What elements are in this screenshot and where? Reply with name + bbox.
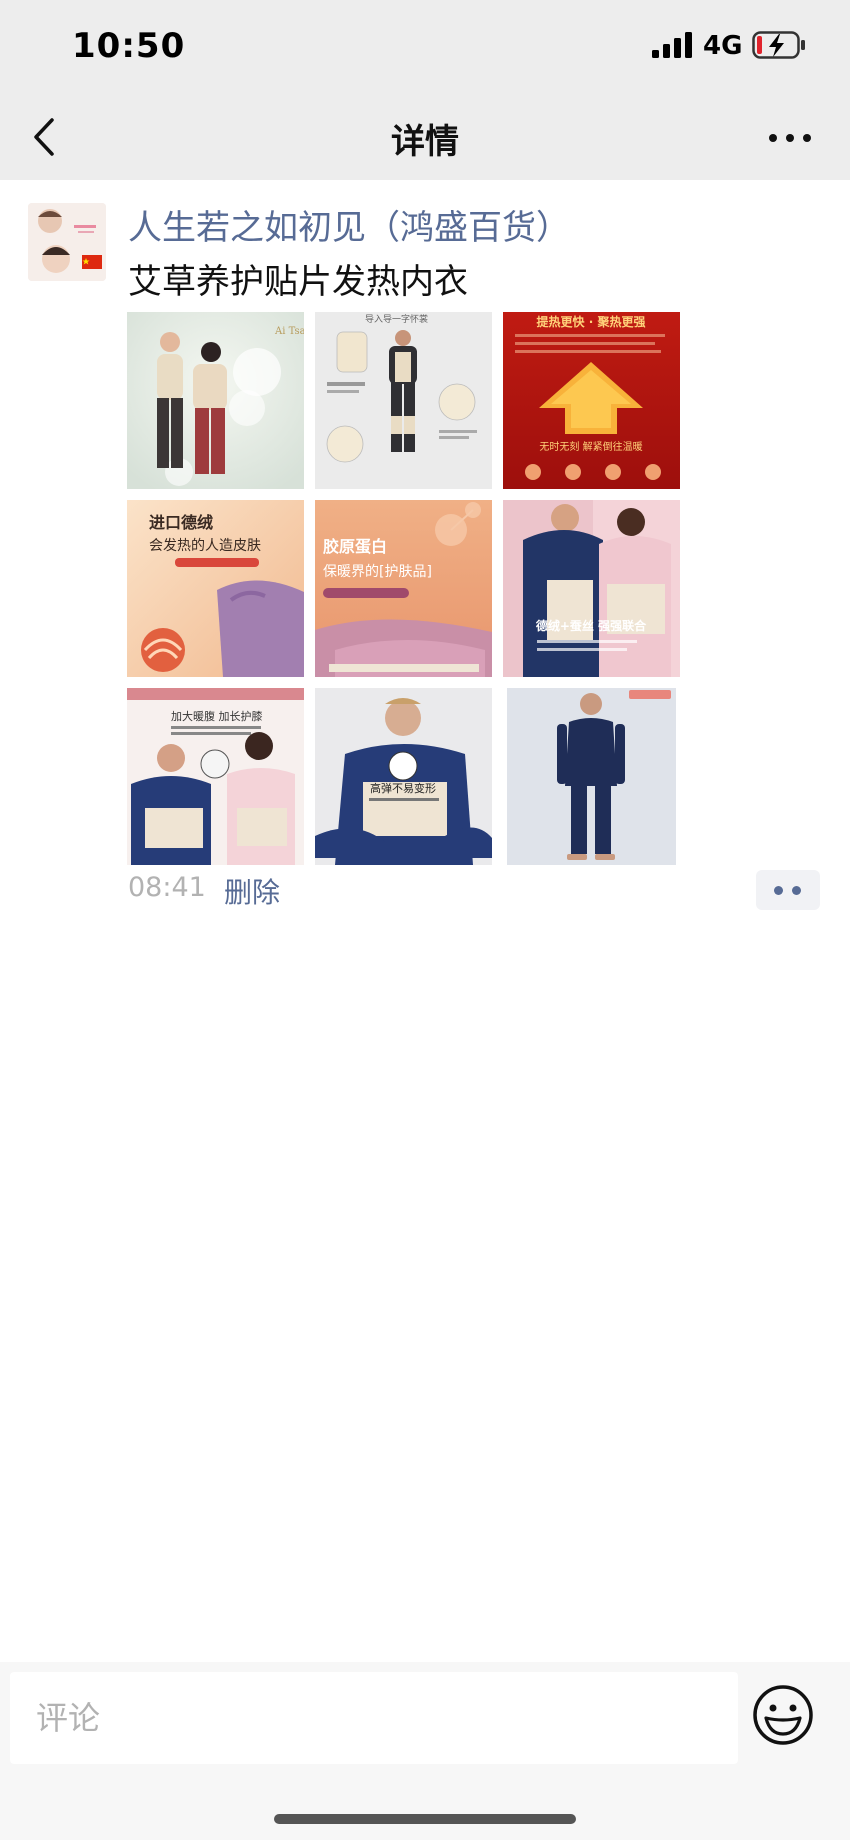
post-action-button[interactable] [756, 870, 820, 910]
two-dots-icon [792, 886, 801, 895]
photo-text: 导入导一字怀裳 [365, 313, 428, 325]
photo-image: 高弹不易变形 [315, 688, 492, 865]
photo-thumbnail[interactable]: 导入导一字怀裳 [315, 312, 492, 489]
photo-thumbnail[interactable]: 加大暖腹 加长护膝 [127, 688, 304, 865]
photo-text: 无时无刻 解紧倒往温暖 [539, 440, 642, 453]
network-label: 4G [703, 31, 743, 61]
photo-thumbnail[interactable] [503, 688, 680, 865]
photo-text: 会发热的人造皮肤 [149, 538, 261, 554]
photo-thumbnail[interactable]: Ai Tsao [127, 312, 304, 489]
photo-thumbnail[interactable]: 高弹不易变形 [315, 688, 492, 865]
top-bar-area: 10:50 4G 详情 [0, 0, 850, 180]
post-text: 艾草养护贴片发热内衣 [128, 262, 468, 302]
photo-text: 加大暖腹 加长护膝 [171, 709, 263, 723]
photo-text: 胶原蛋白 [323, 537, 387, 556]
photo-thumbnail[interactable]: 胶原蛋白 保暖界的[护肤品] [315, 500, 492, 677]
home-indicator [274, 1814, 576, 1824]
post-time: 08:41 [128, 872, 206, 903]
photo-text: 保暖界的[护肤品] [323, 564, 432, 580]
photo-image: 胶原蛋白 保暖界的[护肤品] [315, 500, 492, 677]
photo-image: 德绒+蚕丝 强强联合 [503, 500, 680, 677]
photo-image: 提热更快 · 聚热更强 无时无刻 解紧倒往温暖 [503, 312, 680, 489]
photo-text: 高弹不易变形 [370, 781, 436, 795]
smiley-face-icon[interactable] [752, 1684, 814, 1746]
photo-text: 进口德绒 [149, 513, 213, 532]
more-dots-icon[interactable] [766, 122, 814, 154]
status-time: 10:50 [72, 26, 186, 66]
status-bar: 10:50 4G [0, 0, 850, 96]
author-name[interactable]: 人生若之如初见（鸿盛百货） [128, 200, 570, 249]
photo-image: 加大暖腹 加长护膝 [127, 688, 304, 865]
battery-charging-low-icon [752, 31, 805, 59]
avatar[interactable] [28, 203, 106, 281]
photo-text: 提热更快 · 聚热更强 [537, 314, 646, 329]
photo-thumbnail[interactable]: 德绒+蚕丝 强强联合 [503, 500, 680, 677]
photo-image: 进口德绒 会发热的人造皮肤 [127, 500, 304, 677]
nav-bar: 详情 [0, 96, 850, 180]
photo-image [503, 688, 680, 865]
cellular-signal-icon [652, 32, 692, 58]
delete-button[interactable]: 删除 [224, 871, 280, 911]
photo-text: 德绒+蚕丝 强强联合 [536, 618, 647, 633]
photo-image: 导入导一字怀裳 [315, 312, 492, 489]
avatar-image [28, 203, 106, 281]
photo-text: Ai Tsao [274, 326, 304, 337]
comment-input[interactable] [10, 1672, 738, 1764]
page-title: 详情 [391, 122, 459, 162]
two-dots-icon [774, 886, 783, 895]
photo-thumbnail[interactable]: 提热更快 · 聚热更强 无时无刻 解紧倒往温暖 [503, 312, 680, 489]
photo-thumbnail[interactable]: 进口德绒 会发热的人造皮肤 [127, 500, 304, 677]
photo-image: Ai Tsao [127, 312, 304, 489]
